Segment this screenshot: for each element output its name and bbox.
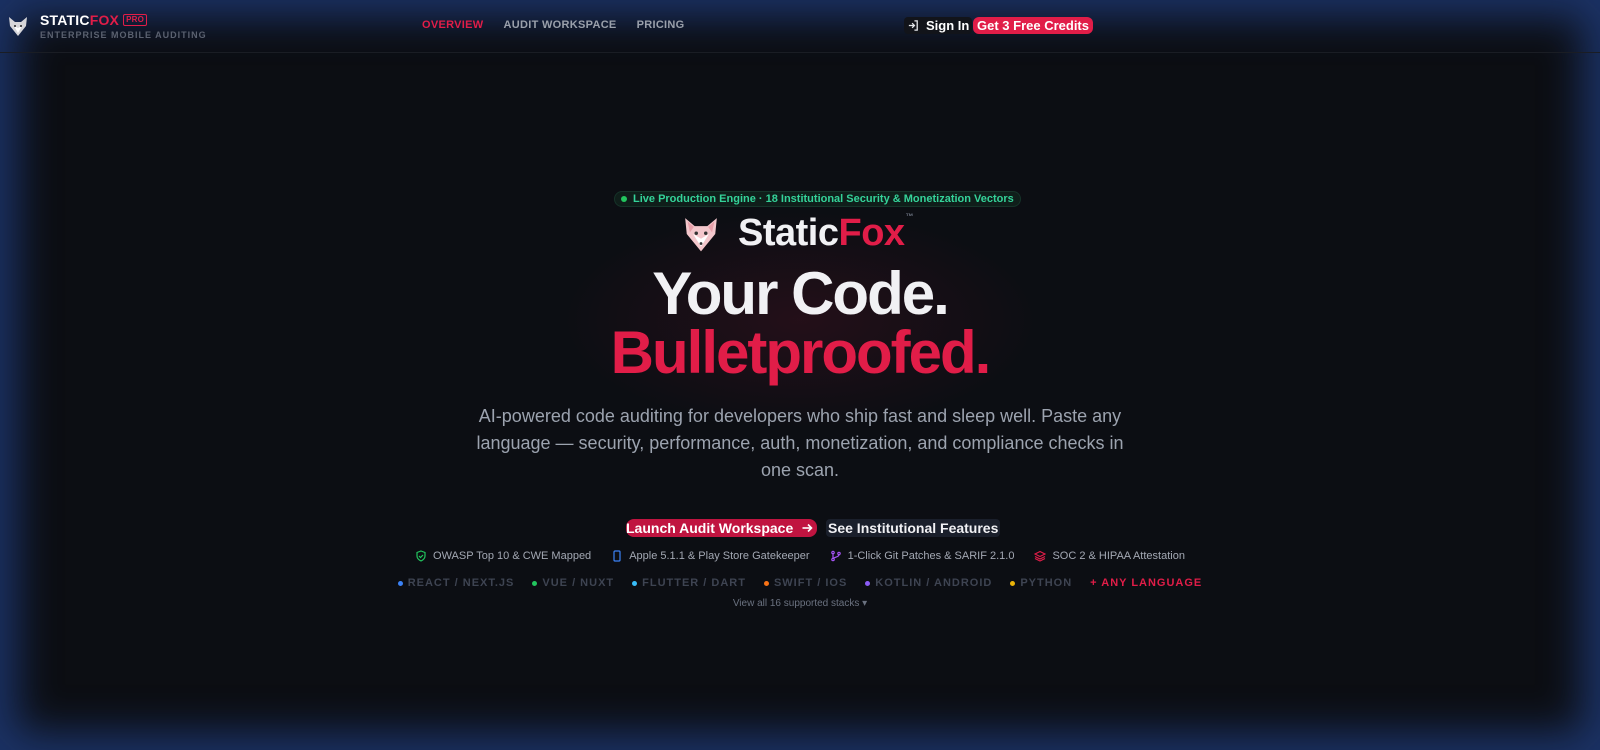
page-frame: STATIC FOX PRO ENTERPRISE MOBILE AUDITING… bbox=[0, 0, 1600, 750]
phone-icon bbox=[613, 550, 621, 562]
live-badge-text: Live Production Engine · 18 Institutiona… bbox=[633, 193, 1014, 205]
top-nav: STATIC FOX PRO ENTERPRISE MOBILE AUDITING… bbox=[0, 0, 1600, 53]
feature-label: SOC 2 & HIPAA Attestation bbox=[1052, 550, 1185, 562]
sign-in-button[interactable]: Sign In bbox=[904, 17, 973, 34]
stack-item: SWIFT / IOS bbox=[763, 577, 848, 589]
stack-dot-icon bbox=[865, 580, 871, 586]
feature-item: 1-Click Git Patches & SARIF 2.1.0 bbox=[830, 550, 1015, 562]
stack-label: KOTLIN / ANDROID bbox=[875, 577, 993, 589]
feature-item: Apple 5.1.1 & Play Store Gatekeeper bbox=[611, 550, 810, 562]
headline-line-2: Bulletproofed. bbox=[610, 319, 992, 386]
sign-in-icon bbox=[908, 20, 918, 31]
hero-brand-part2: Fox bbox=[838, 212, 905, 254]
feature-label: OWASP Top 10 & CWE Mapped bbox=[433, 550, 592, 562]
shield-check-icon bbox=[416, 550, 426, 562]
stack-item: VUE / NUXT bbox=[532, 577, 614, 589]
hero-brand-name: StaticFox™ bbox=[738, 212, 914, 255]
stack-dot-icon bbox=[763, 580, 769, 586]
stack-dot-icon bbox=[532, 580, 538, 586]
free-credits-button[interactable]: Get 3 Free Credits bbox=[973, 17, 1093, 34]
launch-audit-button[interactable]: Launch Audit Workspace bbox=[626, 519, 818, 537]
any-language-label: + ANY LANGUAGE bbox=[1090, 577, 1203, 589]
nav-links: OVERVIEW AUDIT WORKSPACE PRICING bbox=[422, 19, 685, 31]
stack-label: SWIFT / IOS bbox=[773, 577, 848, 589]
stack-label: VUE / NUXT bbox=[542, 577, 615, 589]
brand-name: STATIC FOX PRO bbox=[40, 12, 207, 28]
feature-label: Apple 5.1.1 & Play Store Gatekeeper bbox=[629, 550, 810, 562]
launch-audit-label: Launch Audit Workspace bbox=[626, 520, 794, 536]
brand[interactable]: STATIC FOX PRO ENTERPRISE MOBILE AUDITING bbox=[6, 12, 207, 40]
feature-item: OWASP Top 10 & CWE Mapped bbox=[415, 550, 591, 562]
trademark: ™ bbox=[905, 212, 914, 221]
see-features-button[interactable]: See Institutional Features bbox=[826, 519, 1001, 537]
stack-label: PYTHON bbox=[1020, 577, 1073, 589]
stack-dot-icon bbox=[632, 580, 638, 586]
fox-logo-icon bbox=[685, 217, 717, 251]
nav-link-pricing[interactable]: PRICING bbox=[637, 19, 685, 31]
feature-item: SOC 2 & HIPAA Attestation bbox=[1034, 550, 1185, 562]
stack-item: KOTLIN / ANDROID bbox=[865, 577, 992, 589]
stack-item: PYTHON bbox=[1010, 577, 1072, 589]
live-dot-icon bbox=[621, 196, 627, 202]
brand-name-part2: FOX bbox=[89, 12, 120, 28]
brand-tagline: ENTERPRISE MOBILE AUDITING bbox=[40, 30, 207, 40]
brand-name-part1: STATIC bbox=[40, 12, 90, 28]
stack-item: REACT / NEXT.JS bbox=[397, 577, 515, 589]
live-badge: Live Production Engine · 18 Institutiona… bbox=[614, 191, 1021, 207]
stack-list: REACT / NEXT.JS VUE / NUXT FLUTTER / DAR… bbox=[0, 577, 1600, 589]
hero-brand-part1: Static bbox=[738, 212, 839, 254]
nav-link-overview[interactable]: OVERVIEW bbox=[422, 19, 484, 31]
fox-logo-icon bbox=[9, 17, 27, 36]
arrow-right-icon bbox=[802, 523, 813, 533]
view-all-stacks-link[interactable]: View all 16 supported stacks ▾ bbox=[0, 598, 1600, 609]
layers-icon bbox=[1034, 550, 1047, 562]
pro-badge: PRO bbox=[123, 14, 148, 26]
stack-item: FLUTTER / DART bbox=[632, 577, 746, 589]
feature-label: 1-Click Git Patches & SARIF 2.1.0 bbox=[847, 550, 1015, 562]
stack-label: REACT / NEXT.JS bbox=[407, 577, 515, 589]
sign-in-label: Sign In bbox=[926, 18, 970, 33]
stack-dot-icon bbox=[397, 580, 403, 586]
stack-label: FLUTTER / DART bbox=[642, 577, 746, 589]
hero-brand: StaticFox™ bbox=[682, 212, 914, 255]
nav-link-audit-workspace[interactable]: AUDIT WORKSPACE bbox=[504, 19, 617, 31]
stack-dot-icon bbox=[1010, 580, 1016, 586]
git-branch-icon bbox=[830, 550, 841, 562]
hero-lead: AI-powered code auditing for developers … bbox=[476, 406, 1124, 480]
feature-list: OWASP Top 10 & CWE Mapped Apple 5.1.1 & … bbox=[0, 550, 1600, 562]
